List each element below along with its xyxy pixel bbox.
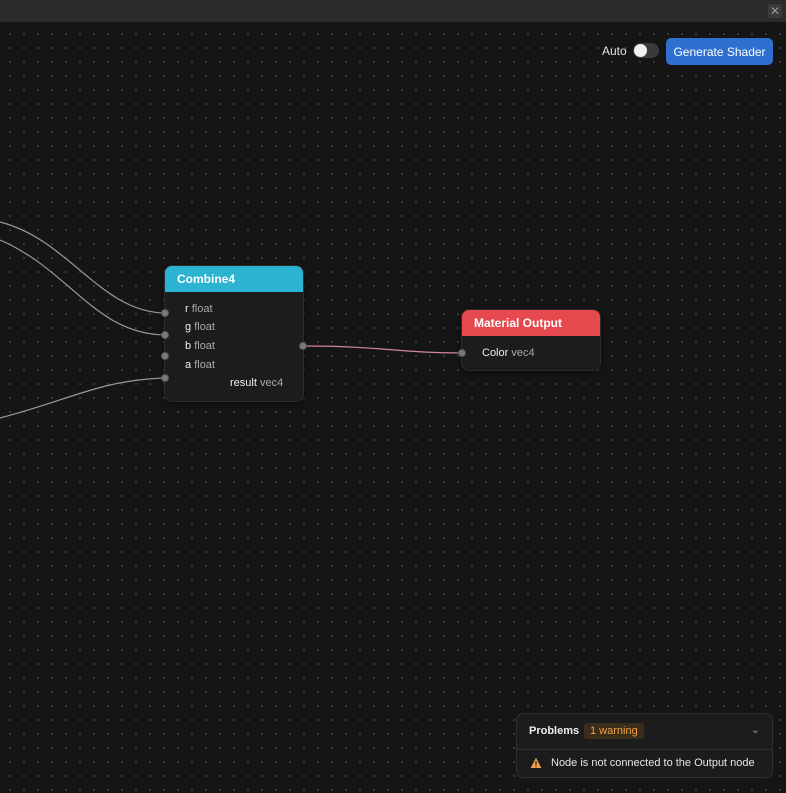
title-bar: ✕ <box>0 0 786 23</box>
port-r-input[interactable] <box>161 309 169 317</box>
port-type: vec4 <box>511 347 535 359</box>
problem-message: Node is not connected to the Output node <box>551 757 755 769</box>
problems-panel: Problems 1 warning ⌄ Node is not connect… <box>516 713 773 778</box>
material-output-node[interactable]: Material Output Color vec4 <box>461 309 601 371</box>
port-type: float <box>194 321 215 333</box>
problem-item[interactable]: Node is not connected to the Output node <box>517 750 772 777</box>
combine4-node[interactable]: Combine4 r float g float b float a float… <box>164 265 304 402</box>
port-type: float <box>191 303 213 315</box>
port-a-input[interactable] <box>161 374 169 382</box>
problems-header[interactable]: Problems 1 warning ⌄ <box>517 714 772 750</box>
close-icon[interactable]: ✕ <box>768 4 782 18</box>
port-name: g <box>185 321 192 333</box>
port-color-input[interactable] <box>458 349 466 357</box>
warning-icon <box>530 757 542 768</box>
chevron-down-icon[interactable]: ⌄ <box>751 723 760 736</box>
port-result-output[interactable] <box>299 342 307 350</box>
auto-label: Auto <box>602 44 627 58</box>
port-name: a <box>185 359 192 371</box>
output-result: result vec4 <box>230 377 283 389</box>
port-type: vec4 <box>259 377 284 389</box>
input-r: r float <box>185 303 213 315</box>
port-b-input[interactable] <box>161 352 169 360</box>
node-canvas[interactable] <box>0 22 786 793</box>
toggle-knob <box>634 44 647 57</box>
generate-shader-button[interactable]: Generate Shader <box>666 38 773 65</box>
input-g: g float <box>185 321 215 333</box>
material-output-node-header[interactable]: Material Output <box>462 310 600 336</box>
warning-count-badge: 1 warning <box>584 723 644 739</box>
input-a: a float <box>185 359 215 371</box>
input-b: b float <box>185 340 215 352</box>
port-type: float <box>194 340 215 352</box>
port-name: r <box>185 303 189 315</box>
combine4-node-header[interactable]: Combine4 <box>165 266 303 292</box>
port-name: Color <box>482 347 509 359</box>
port-name: b <box>185 340 192 352</box>
problems-title: Problems <box>529 725 580 737</box>
port-g-input[interactable] <box>161 331 169 339</box>
port-type: float <box>194 359 215 371</box>
input-color: Color vec4 <box>482 347 535 359</box>
auto-toggle[interactable] <box>633 43 659 58</box>
port-name: result <box>230 377 257 389</box>
